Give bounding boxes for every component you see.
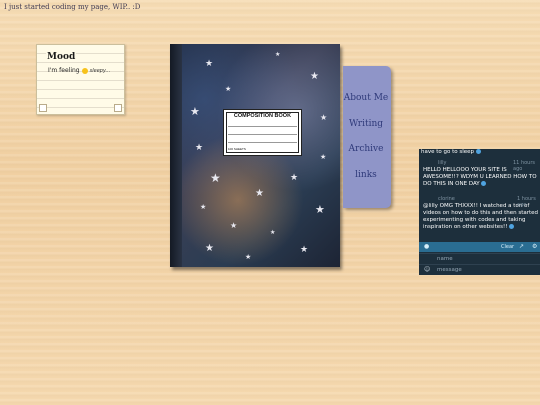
chatbox: have to go to sleep lilly 11 hours ago H… bbox=[419, 149, 540, 275]
mood-title: Mood bbox=[46, 52, 77, 62]
star-icon: ★ bbox=[195, 143, 204, 153]
external-link-icon[interactable]: ↗ bbox=[519, 243, 524, 250]
star-icon: ★ bbox=[320, 153, 327, 161]
star-icon: ★ bbox=[300, 245, 309, 255]
star-icon: ★ bbox=[200, 203, 207, 211]
nav-writing[interactable]: Writing bbox=[343, 119, 389, 129]
chat-top-line: have to go to sleep bbox=[421, 149, 540, 156]
wip-note: I just started coding my page, WIP.. :D bbox=[4, 3, 141, 11]
chat-toolbar: ● Clear ↗ ⚙ bbox=[419, 242, 540, 252]
emoji-icon bbox=[481, 181, 487, 186]
emoji-icon bbox=[509, 224, 515, 229]
star-icon: ★ bbox=[205, 243, 214, 254]
smiley-icon[interactable]: ☺ bbox=[424, 266, 430, 273]
star-icon: ★ bbox=[230, 221, 238, 230]
nav-archive[interactable]: Archive bbox=[343, 144, 389, 154]
notebook-label-small: 100 SHEETS bbox=[228, 147, 246, 151]
chat-clear-button[interactable]: Clear bbox=[501, 244, 514, 250]
chat-message: clorine 1 hours ago @lilly OMG THXXX!! I… bbox=[421, 196, 540, 231]
chat-message-author: clorine bbox=[438, 196, 455, 202]
note-corner-icon bbox=[114, 104, 122, 112]
sleepy-face-icon bbox=[81, 67, 88, 74]
emoji-icon bbox=[475, 149, 481, 154]
star-icon: ★ bbox=[320, 113, 328, 122]
notebook-spine bbox=[170, 44, 182, 267]
note-corner-icon bbox=[39, 104, 47, 112]
nav-links[interactable]: links bbox=[343, 170, 389, 180]
chat-message: lilly 11 hours ago HELLO HELLOOO YOUR SI… bbox=[421, 160, 540, 188]
star-icon: ★ bbox=[225, 85, 232, 93]
star-icon: ★ bbox=[275, 51, 281, 58]
label-rule bbox=[228, 134, 297, 135]
star-icon: ★ bbox=[270, 229, 276, 236]
composition-notebook: ★ ★ ★ ★ ★ ★ ★ ★ ★ ★ ★ ★ ★ ★ ★ ★ ★ ★ COMP… bbox=[170, 44, 340, 267]
star-icon: ★ bbox=[310, 71, 319, 82]
mood-prefix: I'm feeling bbox=[48, 67, 80, 74]
nav-about-me[interactable]: About Me bbox=[343, 93, 389, 103]
chat-message-time: 11 hours ago bbox=[513, 160, 536, 172]
settings-icon[interactable]: ⚙ bbox=[532, 243, 537, 250]
star-icon: ★ bbox=[290, 173, 299, 183]
star-icon: ★ bbox=[205, 59, 214, 69]
star-icon: ★ bbox=[190, 105, 200, 118]
chat-message-time: 1 hours ago bbox=[517, 196, 536, 208]
notebook-label-title: COMPOSITION BOOK bbox=[233, 113, 292, 119]
mood-status: sleepy... bbox=[89, 67, 111, 74]
star-icon: ★ bbox=[315, 203, 325, 216]
mood-note: Mood I'm feeling sleepy... bbox=[36, 44, 125, 115]
chat-top-text: have to go to sleep bbox=[421, 149, 475, 155]
notebook-label: COMPOSITION BOOK 100 SHEETS bbox=[223, 109, 302, 156]
chat-message-placeholder: message bbox=[437, 267, 462, 273]
label-rule bbox=[228, 142, 297, 143]
star-icon: ★ bbox=[210, 171, 221, 185]
star-icon: ★ bbox=[255, 188, 264, 199]
user-icon[interactable]: ● bbox=[424, 243, 429, 250]
label-rule bbox=[228, 126, 297, 127]
nav-tabs: About Me Writing Archive links bbox=[343, 66, 391, 208]
star-icon: ★ bbox=[245, 253, 252, 261]
chat-name-placeholder: name bbox=[437, 256, 453, 262]
chat-message-author: lilly bbox=[438, 160, 447, 166]
chat-message-field[interactable]: ☺ message bbox=[419, 264, 540, 275]
mood-line: I'm feeling sleepy... bbox=[48, 67, 110, 74]
